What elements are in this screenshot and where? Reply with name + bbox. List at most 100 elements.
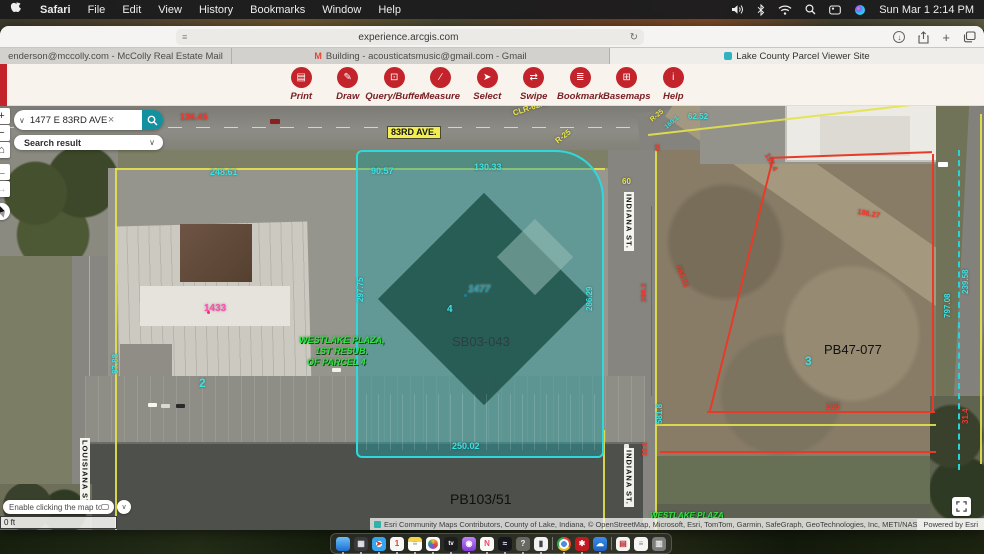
stocks-dock-icon[interactable]: ≈ [498,537,512,551]
dock-separator [611,537,612,550]
previous-extent-button[interactable]: ← [0,164,10,180]
map-label: 2 [199,377,206,389]
menu-window[interactable]: Window [322,4,361,16]
map-navigation: + − ⌂ ← → [0,108,10,220]
toolbar-button-label: Bookmark [557,91,603,102]
document-pdf-2-dock-icon[interactable]: ≡ [634,537,648,551]
menu-bar-clock[interactable]: Sun Mar 1 2:14 PM [879,4,974,16]
bank-roof-section [820,116,910,156]
toolbar-actions: ↓ + [893,26,976,48]
toolbar-button-label: Swipe [520,91,547,102]
map-label: 1ST RESUB. [315,347,368,356]
missing-app-dock-icon[interactable]: ? [516,537,530,551]
document-pdf-dock-icon[interactable]: ▤ [616,537,630,551]
calendar-dock-icon[interactable]: 1 [390,537,404,551]
tab-bar: enderson@mccolly.com - McColly Real Esta… [0,48,984,64]
apple-menu-icon[interactable] [10,2,23,18]
fullscreen-button[interactable] [952,497,971,516]
printer-button[interactable]: ▤Print [278,67,325,102]
clear-search-icon[interactable]: × [108,114,114,126]
home-button[interactable]: ⌂ [0,142,10,158]
volume-icon[interactable] [731,4,744,15]
basemaps-button[interactable]: ⊞Basemaps [604,67,651,102]
zoom-in-button[interactable]: + [0,108,10,124]
menu-file[interactable]: File [88,4,106,16]
bluetooth-icon[interactable] [757,4,765,16]
wifi-icon[interactable] [778,5,792,15]
esri-icon [374,521,381,528]
notes-dock-icon[interactable]: ≡ [408,537,422,551]
tab-parcel-viewer[interactable]: Lake County Parcel Viewer Site [610,48,984,64]
car [161,404,170,408]
parcel-line [655,150,657,530]
toolbar-button-label: Basemaps [603,91,651,102]
tab-mccolly-mail[interactable]: enderson@mccolly.com - McColly Real Esta… [0,48,232,64]
measure-button[interactable]: ∕Measure [418,67,465,102]
apple-tv-dock-icon[interactable]: tv [444,537,458,551]
bookmark-button[interactable]: ≣ Bookmark [557,67,604,102]
map-label: PB103/51 [450,492,512,506]
select-icon: ➤ [477,67,498,88]
podcasts-dock-icon[interactable]: ◉ [462,537,476,551]
menu-view[interactable]: View [158,4,182,16]
map-label: 33.6 [642,442,649,456]
hint-toggle-icon[interactable] [101,504,109,510]
downloads-icon[interactable]: ↓ [893,31,905,43]
trash-dock-icon[interactable]: ▥ [652,537,666,551]
launchpad-dock-icon[interactable]: ▦ [354,537,368,551]
url-text[interactable]: experience.arcgis.com [187,32,629,43]
hint-chevron-button[interactable]: ∨ [117,500,131,514]
siri-icon[interactable] [854,4,866,16]
photos-dock-icon[interactable] [426,537,440,551]
new-tab-icon[interactable]: + [942,30,950,45]
zoom-out-button[interactable]: − [0,125,10,141]
next-extent-button[interactable]: → [0,181,10,197]
bookmark-icon: ≣ [570,67,591,88]
map-label: INDIANA ST. [624,448,634,507]
car [176,404,185,408]
menu-bookmarks[interactable]: Bookmarks [250,4,305,16]
tab-gmail[interactable]: M Building - acousticatsmusic@gmail.com … [232,48,610,64]
menu-edit[interactable]: Edit [122,4,141,16]
select-button[interactable]: ➤Select [464,67,511,102]
printer-icon: ▤ [291,67,312,88]
finder-dock-icon[interactable] [336,537,350,551]
query-buffer-button[interactable]: ⊡Query/Buffer [371,67,418,102]
menu-help[interactable]: Help [378,4,401,16]
macos-menu-bar: Safari File Edit View History Bookmarks Window… [0,0,984,19]
help-button[interactable]: iHelp [650,67,697,102]
search-source-chevron-icon[interactable]: ∨ [19,116,25,125]
search-box: ∨ × [14,110,163,130]
parcel-site-icon [724,52,732,60]
menu-safari[interactable]: Safari [40,4,71,16]
acrobat-dock-icon[interactable]: ✱ [575,537,589,551]
chrome-dock-icon[interactable] [557,537,571,551]
compass-button[interactable] [0,203,10,220]
selected-parcel-highlight[interactable] [356,150,604,458]
map-hint-pill[interactable]: Enable clicking the map to g... [3,500,114,514]
map-label: 1433 [204,304,226,314]
map-canvas[interactable]: 136.4583RD AVE.CLR-62x23R-2560248.6190.5… [0,106,984,530]
tab-label: Lake County Parcel Viewer Site [736,51,869,62]
iphone-mirroring-dock-icon[interactable]: ▮ [534,537,548,551]
menu-history[interactable]: History [199,4,233,16]
control-center-icon[interactable] [829,5,841,15]
result-chevron-icon[interactable]: ∨ [149,138,163,147]
news-dock-icon[interactable]: N [480,537,494,551]
map-label: 797.08 [944,294,952,318]
spotlight-icon[interactable] [805,4,816,15]
onedrive-dock-icon[interactable]: ☁ [593,537,607,551]
refresh-icon[interactable]: ↻ [630,32,638,43]
powered-by-esri[interactable]: Powered by Esri [917,519,984,530]
tab-overview-icon[interactable] [963,31,976,43]
swipe-button[interactable]: ⇄Swipe [511,67,558,102]
draw-button[interactable]: ✎Draw [325,67,372,102]
search-input[interactable] [30,115,108,126]
address-bar[interactable]: ≡ experience.arcgis.com ↻ [176,29,644,45]
search-result-panel[interactable]: Search result ∨ [14,135,163,150]
parcel-line [980,114,982,464]
search-button[interactable] [142,110,163,130]
map-label: 239.58 [962,270,970,294]
safari-dock-icon[interactable]: ➤ [372,537,386,551]
share-icon[interactable] [918,31,929,44]
